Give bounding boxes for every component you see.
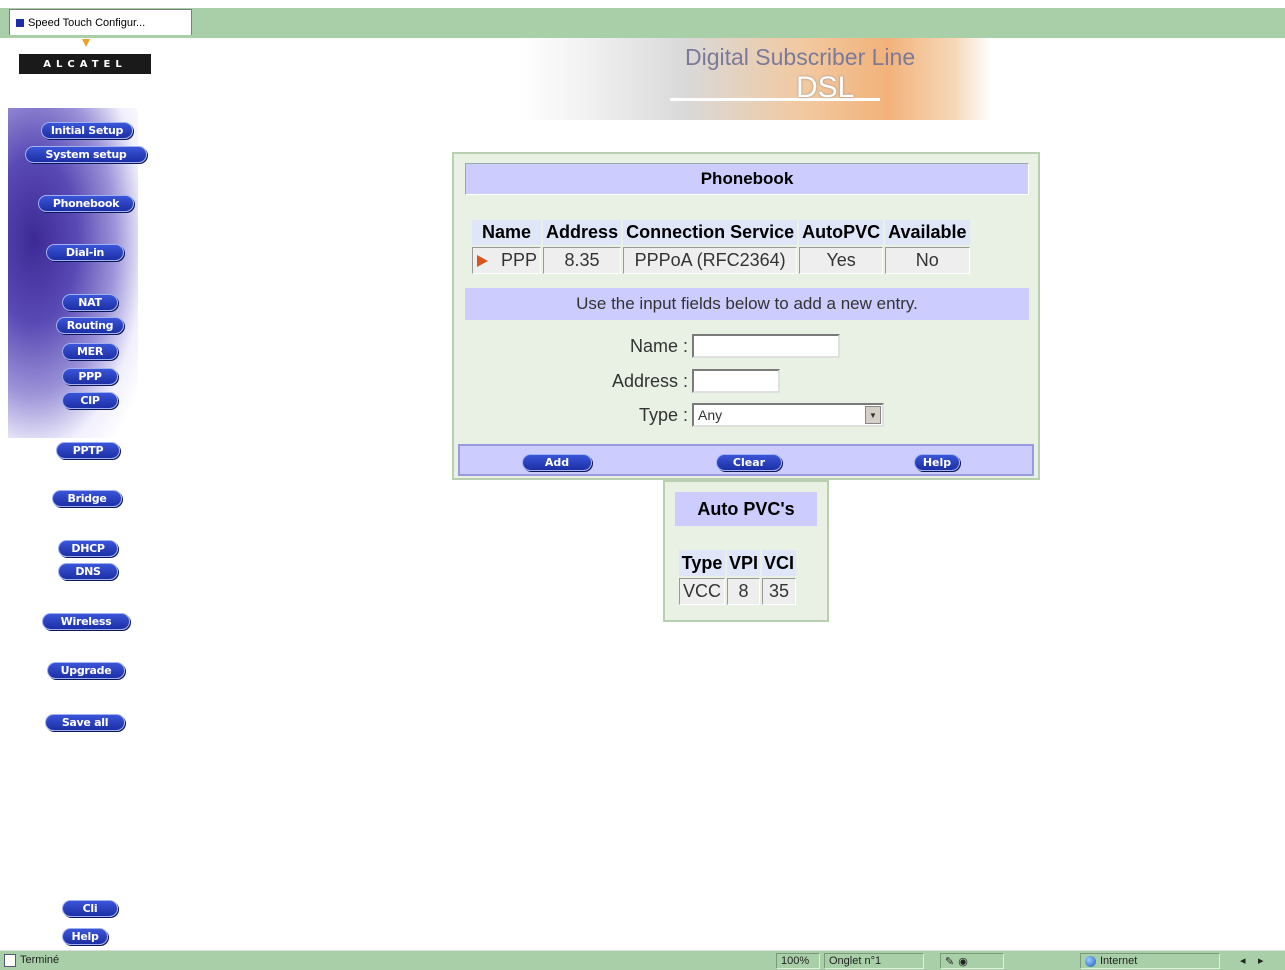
sidebar-item-help[interactable]: Help bbox=[62, 928, 108, 945]
column-header-autopvc: AutoPVC bbox=[799, 220, 884, 245]
sidebar-item-pptp[interactable]: PPTP bbox=[56, 442, 120, 459]
scroll-right-icon[interactable]: ▸ bbox=[1258, 954, 1264, 967]
name-row: Name : bbox=[624, 334, 840, 358]
privacy-eye-icon: ◉ bbox=[958, 955, 968, 968]
browser-tab[interactable]: Speed Touch Configur... bbox=[9, 9, 192, 35]
sidebar-item-routing[interactable]: Routing bbox=[56, 317, 124, 334]
globe-icon bbox=[1085, 955, 1096, 967]
entry-name: PPP bbox=[501, 250, 538, 270]
sidebar-item-initial-setup[interactable]: Initial Setup bbox=[41, 122, 133, 139]
sidebar-item-upgrade[interactable]: Upgrade bbox=[47, 662, 125, 679]
sidebar-item-cip[interactable]: CIP bbox=[62, 392, 118, 409]
column-header-address: Address bbox=[543, 220, 622, 245]
chevron-down-icon[interactable]: ▼ bbox=[865, 406, 881, 424]
table-row: VCC 8 35 bbox=[679, 578, 797, 605]
type-select[interactable]: Any ▼ bbox=[692, 403, 884, 427]
sidebar-item-dns[interactable]: DNS bbox=[58, 563, 118, 580]
add-entry-hint: Use the input fields below to add a new … bbox=[465, 288, 1029, 320]
zoom-level[interactable]: 100% bbox=[776, 953, 820, 969]
select-entry-arrow-icon[interactable] bbox=[477, 255, 488, 268]
sidebar-item-wireless[interactable]: Wireless bbox=[42, 613, 130, 630]
pvc-type: VCC bbox=[679, 578, 726, 605]
address-row: Address : bbox=[604, 369, 780, 393]
address-label: Address : bbox=[611, 370, 688, 391]
alcatel-logo: ALCATEL bbox=[19, 54, 151, 74]
banner-subtitle: DSL bbox=[796, 71, 855, 104]
sidebar-item-cli[interactable]: Cli bbox=[62, 900, 118, 917]
sidebar-item-dhcp[interactable]: DHCP bbox=[58, 540, 118, 557]
tab-indicator: Onglet n°1 bbox=[824, 953, 924, 969]
entry-address: 8.35 bbox=[543, 247, 622, 274]
table-header-row: Name Address Connection Service AutoPVC … bbox=[472, 220, 970, 245]
sidebar: ALCATEL Initial Setup System setup Phone… bbox=[0, 38, 160, 950]
banner-title: Digital Subscriber Line bbox=[685, 44, 916, 70]
type-label: Type : bbox=[638, 404, 688, 425]
sidebar-item-ppp[interactable]: PPP bbox=[62, 368, 118, 385]
sidebar-item-mer[interactable]: MER bbox=[62, 343, 118, 360]
alcatel-mark-icon bbox=[82, 39, 90, 47]
type-row: Type : Any ▼ bbox=[624, 403, 884, 427]
name-input[interactable] bbox=[692, 334, 840, 358]
entry-autopvc: Yes bbox=[799, 247, 884, 274]
auto-pvc-title: Auto PVC's bbox=[675, 492, 817, 526]
sidebar-item-nat[interactable]: NAT bbox=[62, 294, 118, 311]
page-icon bbox=[16, 18, 24, 27]
scroll-left-icon[interactable]: ◂ bbox=[1240, 954, 1246, 967]
table-row[interactable]: PPP 8.35 PPPoA (RFC2364) Yes No bbox=[472, 247, 970, 274]
status-text: Terminé bbox=[20, 954, 60, 966]
column-header-vpi: VPI bbox=[727, 550, 761, 576]
browser-tab-bar: Speed Touch Configur... bbox=[0, 0, 1285, 38]
help-button[interactable]: Help bbox=[914, 454, 960, 471]
sidebar-item-phonebook[interactable]: Phonebook bbox=[38, 195, 134, 212]
column-header-vci: VCI bbox=[762, 550, 797, 576]
type-select-value: Any bbox=[698, 407, 723, 423]
tab-strip bbox=[0, 8, 1285, 38]
clear-button[interactable]: Clear bbox=[716, 454, 782, 471]
add-button[interactable]: Add bbox=[522, 454, 592, 471]
entry-name-cell[interactable]: PPP bbox=[472, 247, 542, 274]
table-header-row: Type VPI VCI bbox=[679, 550, 797, 576]
phonebook-table: Name Address Connection Service AutoPVC … bbox=[470, 218, 972, 276]
sidebar-item-dial-in[interactable]: Dial-in bbox=[46, 244, 124, 261]
column-header-connection-service: Connection Service bbox=[623, 220, 798, 245]
dsl-banner: Digital Subscriber Line DSL bbox=[520, 38, 992, 120]
zone-label: Internet bbox=[1100, 955, 1138, 967]
entry-available: No bbox=[885, 247, 970, 274]
entry-service: PPPoA (RFC2364) bbox=[623, 247, 798, 274]
phonebook-title: Phonebook bbox=[465, 163, 1029, 195]
security-icons: ✎ ◉ bbox=[940, 953, 1004, 969]
pvc-vpi: 8 bbox=[727, 578, 761, 605]
auto-pvc-table: Type VPI VCI VCC 8 35 bbox=[677, 548, 798, 607]
column-header-available: Available bbox=[885, 220, 970, 245]
browser-tab-title: Speed Touch Configur... bbox=[28, 16, 146, 29]
status-bar: Terminé 100% Onglet n°1 ✎ ◉ Internet ◂ ▸ bbox=[0, 950, 1285, 970]
column-header-type: Type bbox=[679, 550, 726, 576]
security-zone: Internet bbox=[1080, 953, 1220, 969]
pvc-vci: 35 bbox=[762, 578, 797, 605]
name-label: Name : bbox=[629, 335, 688, 356]
page-status-icon bbox=[4, 954, 16, 967]
sidebar-item-save-all[interactable]: Save all bbox=[45, 714, 125, 731]
phonebook-panel: Phonebook Name Address Connection Servic… bbox=[452, 152, 1040, 480]
auto-pvc-panel: Auto PVC's Type VPI VCI VCC 8 35 bbox=[663, 480, 829, 622]
sidebar-item-system-setup[interactable]: System setup bbox=[25, 146, 147, 163]
address-input[interactable] bbox=[692, 369, 780, 393]
sidebar-item-bridge[interactable]: Bridge bbox=[52, 490, 122, 507]
action-bar: Add Clear Help bbox=[458, 444, 1034, 476]
column-header-name: Name bbox=[472, 220, 542, 245]
lock-icon: ✎ bbox=[945, 955, 955, 968]
